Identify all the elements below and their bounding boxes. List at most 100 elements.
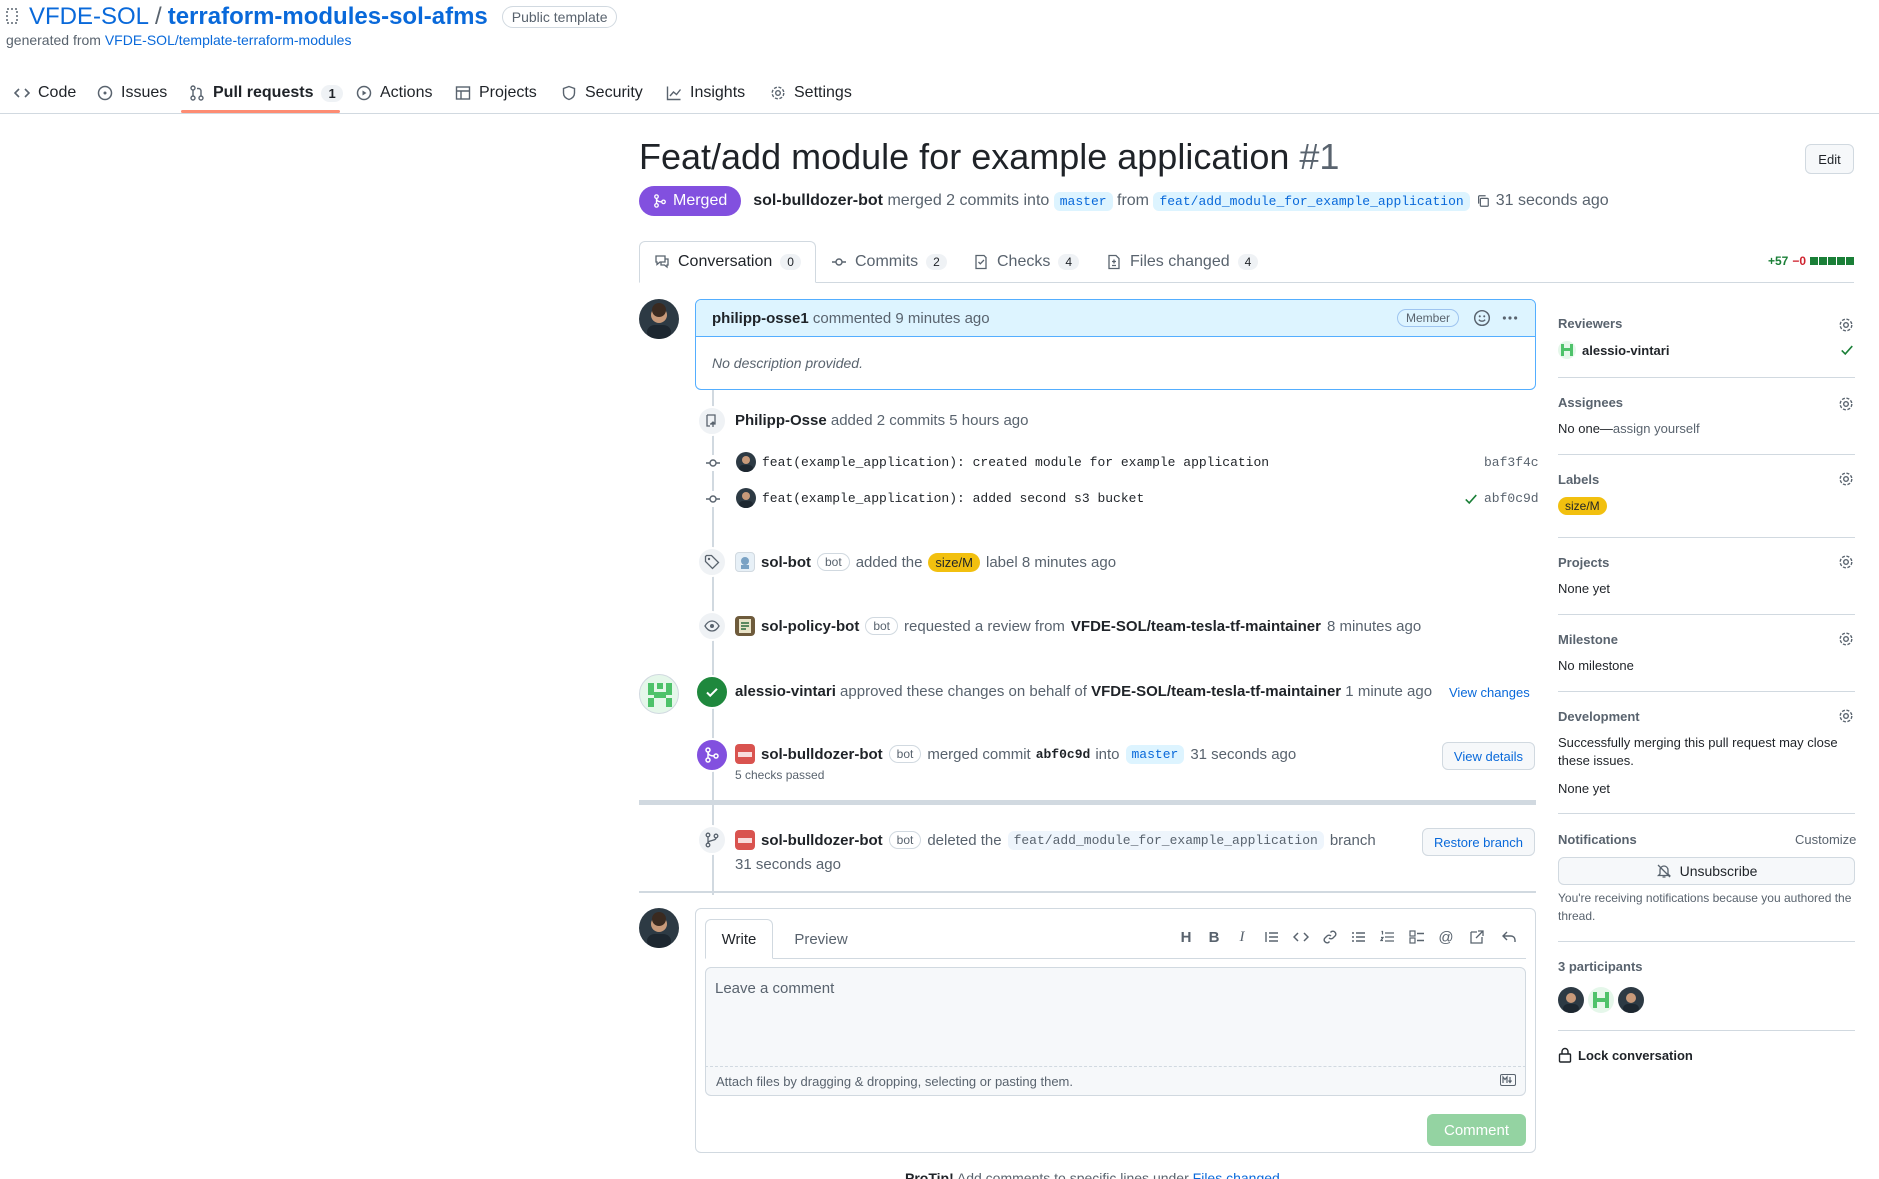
tab-files-changed[interactable]: Files changed 4 [1106, 241, 1259, 283]
comment-textarea[interactable]: Leave a comment [705, 967, 1526, 1067]
template-repo-link[interactable]: VFDE-SOL/template-terraform-modules [105, 32, 352, 48]
commit-message-link[interactable]: feat(example_application): created modul… [762, 455, 1269, 470]
tasklist-icon[interactable] [1407, 927, 1427, 947]
smiley-icon[interactable] [1473, 309, 1491, 327]
avatar[interactable] [736, 452, 756, 472]
merge-base-branch[interactable]: master [1125, 744, 1185, 764]
avatar[interactable] [1588, 987, 1614, 1013]
tab-conversation[interactable]: Conversation 0 [639, 241, 816, 283]
gear-icon[interactable] [1838, 317, 1854, 333]
projects-title[interactable]: Projects [1558, 555, 1855, 570]
gear-icon[interactable] [1838, 471, 1854, 487]
commit-sha-link[interactable]: abf0c9d [1484, 491, 1539, 506]
merge-commit-sha-link[interactable]: abf0c9d [1036, 747, 1091, 762]
markdown-icon[interactable] [1500, 1074, 1516, 1086]
commits-actor-link[interactable]: Philipp-Osse [735, 412, 827, 429]
link-icon[interactable] [1320, 927, 1340, 947]
tab-write[interactable]: Write [705, 919, 773, 959]
approval-team-link[interactable]: VFDE-SOL/team-tesla-tf-maintainer [1091, 683, 1341, 700]
avatar[interactable] [735, 616, 755, 636]
labels-title[interactable]: Labels [1558, 472, 1855, 487]
tab-settings[interactable]: Settings [770, 78, 852, 108]
pr-tabs: Conversation 0 Commits 2 Checks 4 Files … [639, 241, 1854, 283]
pr-merged-text: merged 2 commits into [883, 192, 1054, 209]
quote-icon[interactable] [1262, 927, 1282, 947]
kebab-horizontal-icon[interactable] [1501, 309, 1519, 327]
avatar[interactable] [639, 908, 679, 948]
heading-icon[interactable]: H [1176, 927, 1196, 947]
pull-requests-count: 1 [321, 84, 343, 102]
comment-submit-button[interactable]: Comment [1427, 1114, 1526, 1146]
label-actor-link[interactable]: sol-bot [761, 554, 811, 571]
tab-actions[interactable]: Actions [356, 78, 432, 108]
tab-preview[interactable]: Preview [781, 919, 861, 959]
gear-icon[interactable] [1838, 708, 1854, 724]
view-details-button[interactable]: View details [1442, 742, 1535, 770]
mention-icon[interactable]: @ [1436, 927, 1456, 947]
tab-checks[interactable]: Checks 4 [973, 241, 1080, 283]
review-request-actor-link[interactable]: sol-policy-bot [761, 618, 859, 635]
ordered-list-icon[interactable] [1378, 927, 1398, 947]
gear-icon[interactable] [1838, 554, 1854, 570]
base-branch[interactable]: master [1053, 191, 1113, 211]
tab-commits[interactable]: Commits 2 [831, 241, 947, 283]
label-size-m[interactable]: size/M [1558, 497, 1607, 515]
assignees-title[interactable]: Assignees [1558, 395, 1855, 410]
pr-merger-link[interactable]: sol-bulldozer-bot [753, 192, 883, 210]
attach-files-area[interactable]: Attach files by dragging & dropping, sel… [705, 1066, 1526, 1096]
tab-issues[interactable]: Issues [97, 78, 167, 108]
tab-projects-label: Projects [479, 84, 537, 101]
avatar[interactable] [1558, 987, 1584, 1013]
assign-yourself-link[interactable]: assign yourself [1613, 421, 1700, 436]
label-size-m[interactable]: size/M [928, 552, 980, 572]
italic-icon[interactable]: I [1232, 927, 1252, 947]
reply-icon[interactable] [1499, 927, 1519, 947]
gear-icon[interactable] [1838, 396, 1854, 412]
team-link[interactable]: VFDE-SOL/team-tesla-tf-maintainer [1071, 618, 1321, 635]
copy-icon[interactable] [1476, 194, 1490, 208]
unsubscribe-button[interactable]: Unsubscribe [1558, 857, 1855, 885]
commit-message-link[interactable]: feat(example_application): added second … [762, 491, 1144, 506]
restore-branch-button[interactable]: Restore branch [1422, 828, 1535, 856]
tab-security[interactable]: Security [561, 78, 643, 108]
avatar[interactable] [735, 552, 755, 572]
edit-title-button[interactable]: Edit [1805, 144, 1854, 174]
cross-reference-icon[interactable] [1467, 927, 1487, 947]
code-icon[interactable] [1291, 927, 1311, 947]
unordered-list-icon[interactable] [1349, 927, 1369, 947]
checks-passed[interactable]: 5 checks passed [735, 768, 824, 782]
delete-actor-link[interactable]: sol-bulldozer-bot [761, 832, 883, 849]
bold-icon[interactable]: B [1204, 927, 1224, 947]
head-branch[interactable]: feat/add_module_for_example_application [1153, 191, 1470, 211]
avatar[interactable] [639, 674, 679, 714]
tab-insights[interactable]: Insights [666, 78, 745, 108]
checks-count: 4 [1058, 254, 1080, 270]
diffstat[interactable]: +57 −0 [1768, 254, 1855, 268]
avatar[interactable] [735, 744, 755, 764]
repo-name-link[interactable]: terraform-modules-sol-afms [168, 3, 488, 31]
reviewer-name[interactable]: alessio-vintari [1582, 343, 1669, 358]
reviewers-title[interactable]: Reviewers [1558, 316, 1855, 331]
tab-code[interactable]: Code [14, 78, 76, 108]
avatar[interactable] [736, 488, 756, 508]
protip-files-link[interactable]: Files changed. [1193, 1170, 1284, 1179]
repo-owner-link[interactable]: VFDE-SOL [29, 3, 149, 31]
avatar[interactable] [1618, 987, 1644, 1013]
avatar[interactable] [639, 299, 679, 339]
avatar[interactable] [1558, 341, 1576, 359]
tab-projects[interactable]: Projects [455, 78, 537, 108]
avatar[interactable] [735, 830, 755, 850]
tab-pull-requests[interactable]: Pull requests 1 [189, 78, 343, 108]
milestone-title[interactable]: Milestone [1558, 632, 1855, 647]
gear-icon[interactable] [1838, 631, 1854, 647]
lock-conversation[interactable]: Lock conversation [1558, 1047, 1693, 1063]
comment-author-link[interactable]: philipp-osse1 [712, 310, 809, 327]
development-title[interactable]: Development [1558, 709, 1855, 724]
additions-count: +57 [1768, 254, 1789, 268]
commit-sha-link[interactable]: baf3f4c [1484, 455, 1539, 470]
merge-actor-link[interactable]: sol-bulldozer-bot [761, 746, 883, 763]
check-icon[interactable] [1464, 492, 1478, 506]
view-changes-button[interactable]: View changes [1449, 685, 1530, 700]
approver-link[interactable]: alessio-vintari [735, 683, 836, 700]
customize-link[interactable]: Customize [1795, 832, 1856, 847]
